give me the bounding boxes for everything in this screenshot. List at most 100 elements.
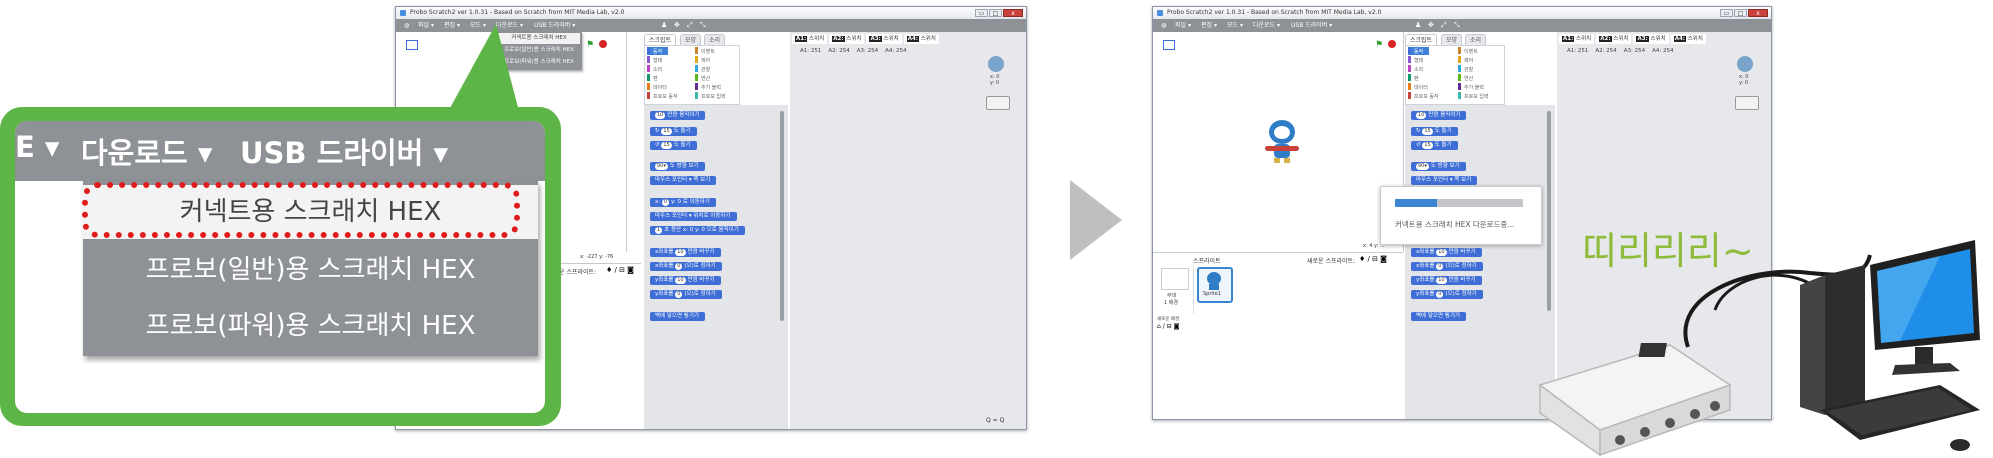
category-looks[interactable]: 형태 xyxy=(1408,56,1423,64)
category-control[interactable]: 제어 xyxy=(695,56,710,64)
category-sound[interactable]: 소리 xyxy=(1408,65,1423,73)
stage-thumb[interactable]: 무대 1 배경 xyxy=(1157,266,1194,314)
move-icon[interactable]: ✥ xyxy=(674,19,680,32)
script-area[interactable]: A1: 스위치 A2: 스위치 A3: 스위치 A4: 스위치 A1: 251 A2:… xyxy=(790,32,1026,429)
zoomed-option-general[interactable]: 프로보(일반)용 스크래치 HEX xyxy=(83,243,538,297)
category-events[interactable]: 이벤트 xyxy=(695,47,715,55)
sensor-tab-a1[interactable]: A1: 스위치 xyxy=(792,34,828,44)
sensor-tab-a4[interactable]: A4: 스위치 xyxy=(1670,34,1706,44)
zoom-controls[interactable]: Q = Q xyxy=(986,417,1004,424)
category-pen[interactable]: 펜 xyxy=(1408,74,1419,82)
category-data[interactable]: 데이터 xyxy=(1408,83,1428,91)
category-probo-input[interactable]: 프로보 입력 xyxy=(695,92,726,100)
block-set-x[interactable]: x좌표를 0 (으)로 정하기 xyxy=(1411,262,1483,271)
zoomed-menu-edit[interactable]: E ▾ xyxy=(15,130,59,164)
menu-mode[interactable]: 모드 ▾ xyxy=(1227,19,1243,32)
category-motion[interactable]: 동작 xyxy=(1408,47,1430,55)
block-point-towards[interactable]: 마우스 포인터 ▾ 쪽 보기 xyxy=(650,176,717,185)
person-icon[interactable]: ♟ xyxy=(661,19,667,32)
block-move[interactable]: 10 만큼 움직이기 xyxy=(650,111,706,120)
menu-usb-driver[interactable]: USB 드라이버 ▾ xyxy=(534,19,575,32)
sensor-tab-a2[interactable]: A2: 스위치 xyxy=(829,34,865,44)
stop-icon[interactable] xyxy=(599,40,607,48)
block-set-x[interactable]: x좌표를 0 (으)로 정하기 xyxy=(650,262,722,271)
category-more-blocks[interactable]: 추가 블럭 xyxy=(695,83,721,91)
fullscreen-icon[interactable] xyxy=(406,40,418,50)
category-pen[interactable]: 펜 xyxy=(647,74,658,82)
category-operators[interactable]: 연산 xyxy=(1458,74,1473,82)
globe-icon[interactable]: ◍ xyxy=(404,19,409,32)
palette-scrollbar[interactable] xyxy=(780,111,784,321)
sprite-tools[interactable]: ♦ / ⊟ ◙ xyxy=(1359,255,1387,263)
block-turn-left[interactable]: ↺ 15 도 돌기 xyxy=(650,141,697,150)
category-sensing[interactable]: 관찰 xyxy=(1458,65,1473,73)
grow-icon[interactable]: ⤢ xyxy=(1441,19,1447,32)
category-events[interactable]: 이벤트 xyxy=(1458,47,1478,55)
stop-icon[interactable] xyxy=(1388,40,1396,48)
menu-file[interactable]: 파일 ▾ xyxy=(1175,19,1191,32)
category-control[interactable]: 제어 xyxy=(1458,56,1473,64)
robot-icon xyxy=(1735,96,1759,110)
block-change-x[interactable]: x좌표를 10 만큼 바꾸기 xyxy=(650,248,721,257)
close-button[interactable]: x xyxy=(1748,9,1768,17)
block-turn-left[interactable]: ↺ 15 도 돌기 xyxy=(1411,141,1458,150)
category-probo-motion[interactable]: 프로보 동작 xyxy=(647,92,678,100)
maximize-button[interactable]: □ xyxy=(1734,9,1747,17)
category-probo-motion[interactable]: 프로보 동작 xyxy=(1408,92,1439,100)
block-change-x[interactable]: x좌표를 10 만큼 바꾸기 xyxy=(1411,248,1482,257)
block-goto-xy[interactable]: x: 0y: 0 로 이동하기 xyxy=(650,198,716,207)
category-sound[interactable]: 소리 xyxy=(647,65,662,73)
maximize-button[interactable]: □ xyxy=(989,9,1002,17)
menu-file[interactable]: 파일 ▾ xyxy=(418,19,434,32)
sensor-tab-a3[interactable]: A3: 스위치 xyxy=(866,34,902,44)
category-more-blocks[interactable]: 추가 블럭 xyxy=(1458,83,1484,91)
sensor-tab-a2[interactable]: A2: 스위치 xyxy=(1596,34,1632,44)
person-icon[interactable]: ♟ xyxy=(1415,19,1421,32)
minimize-button[interactable]: ▭ xyxy=(975,9,988,17)
block-turn-right[interactable]: ↻ 15 도 돌기 xyxy=(650,127,697,136)
sprite-tools[interactable]: ♦ / ⊟ ◙ xyxy=(606,266,634,274)
block-bounce[interactable]: 벽에 닿으면 튕기기 xyxy=(1411,312,1466,321)
sensor-tab-a4[interactable]: A4: 스위치 xyxy=(903,34,939,44)
menu-usb-driver[interactable]: USB 드라이버 ▾ xyxy=(1291,19,1332,32)
block-point-direction[interactable]: 90▾ 도 방향 보기 xyxy=(650,162,705,171)
block-bounce[interactable]: 벽에 닿으면 튕기기 xyxy=(650,312,705,321)
block-turn-right[interactable]: ↻ 15 도 돌기 xyxy=(1411,127,1458,136)
category-looks[interactable]: 형태 xyxy=(647,56,662,64)
block-change-y[interactable]: y좌표를 10 만큼 바꾸기 xyxy=(1411,276,1482,285)
minimize-button[interactable]: ▭ xyxy=(1720,9,1733,17)
shrink-icon[interactable]: ⤡ xyxy=(700,19,706,32)
category-probo-input[interactable]: 프로보 입력 xyxy=(1458,92,1489,100)
menu-edit[interactable]: 편집 ▾ xyxy=(1201,19,1217,32)
category-data[interactable]: 데이터 xyxy=(647,83,667,91)
block-glide[interactable]: 1초 동안 x: 0 y: 0 으로 움직이기 xyxy=(650,226,745,235)
block-set-y[interactable]: y좌표를 0 (으)로 정하기 xyxy=(1411,290,1483,299)
fullscreen-icon[interactable] xyxy=(1163,40,1175,50)
menu-download[interactable]: 다운로드 ▾ xyxy=(1253,19,1280,32)
green-flag-icon[interactable]: ⚑ xyxy=(1375,40,1383,50)
block-change-y[interactable]: y좌표를 10 만큼 바꾸기 xyxy=(650,276,721,285)
block-move[interactable]: 10 만큼 움직이기 xyxy=(1411,111,1467,120)
shrink-icon[interactable]: ⤡ xyxy=(1454,19,1460,32)
category-operators[interactable]: 연산 xyxy=(695,74,710,82)
sprite-character-icon[interactable] xyxy=(1265,120,1299,164)
close-button[interactable]: x xyxy=(1003,9,1023,17)
block-set-y[interactable]: y좌표를 0 (으)로 정하기 xyxy=(650,290,722,299)
zoomed-menu-download[interactable]: 다운로드 ▾ xyxy=(81,130,212,172)
sensor-tab-a1[interactable]: A1: 스위치 xyxy=(1559,34,1595,44)
block-point-direction[interactable]: 90▾ 도 방향 보기 xyxy=(1411,162,1466,171)
sensor-tab-a3[interactable]: A3: 스위치 xyxy=(1633,34,1669,44)
move-icon[interactable]: ✥ xyxy=(1428,19,1434,32)
zoomed-menu-usb-driver[interactable]: USB 드라이버 ▾ xyxy=(240,130,448,172)
block-point-towards[interactable]: 마우스 포인터 ▾ 쪽 보기 xyxy=(1411,176,1478,185)
grow-icon[interactable]: ⤢ xyxy=(687,19,693,32)
category-motion[interactable]: 동작 xyxy=(647,47,669,55)
block-goto-pointer[interactable]: 마우스 포인터 ▾ 위치로 이동하기 xyxy=(650,212,737,221)
globe-icon[interactable]: ◍ xyxy=(1161,19,1166,32)
zoomed-option-power[interactable]: 프로보(파워)용 스크래치 HEX xyxy=(83,299,538,353)
category-sensing[interactable]: 관찰 xyxy=(695,65,710,73)
stage[interactable]: ⚑ xyxy=(1153,32,1404,252)
sprite-thumbnail[interactable]: Sprite1 xyxy=(1197,267,1233,303)
green-flag-icon[interactable]: ⚑ xyxy=(586,40,594,50)
backdrop-tools[interactable]: ⌂ / ⊟ ◙ xyxy=(1157,323,1179,330)
